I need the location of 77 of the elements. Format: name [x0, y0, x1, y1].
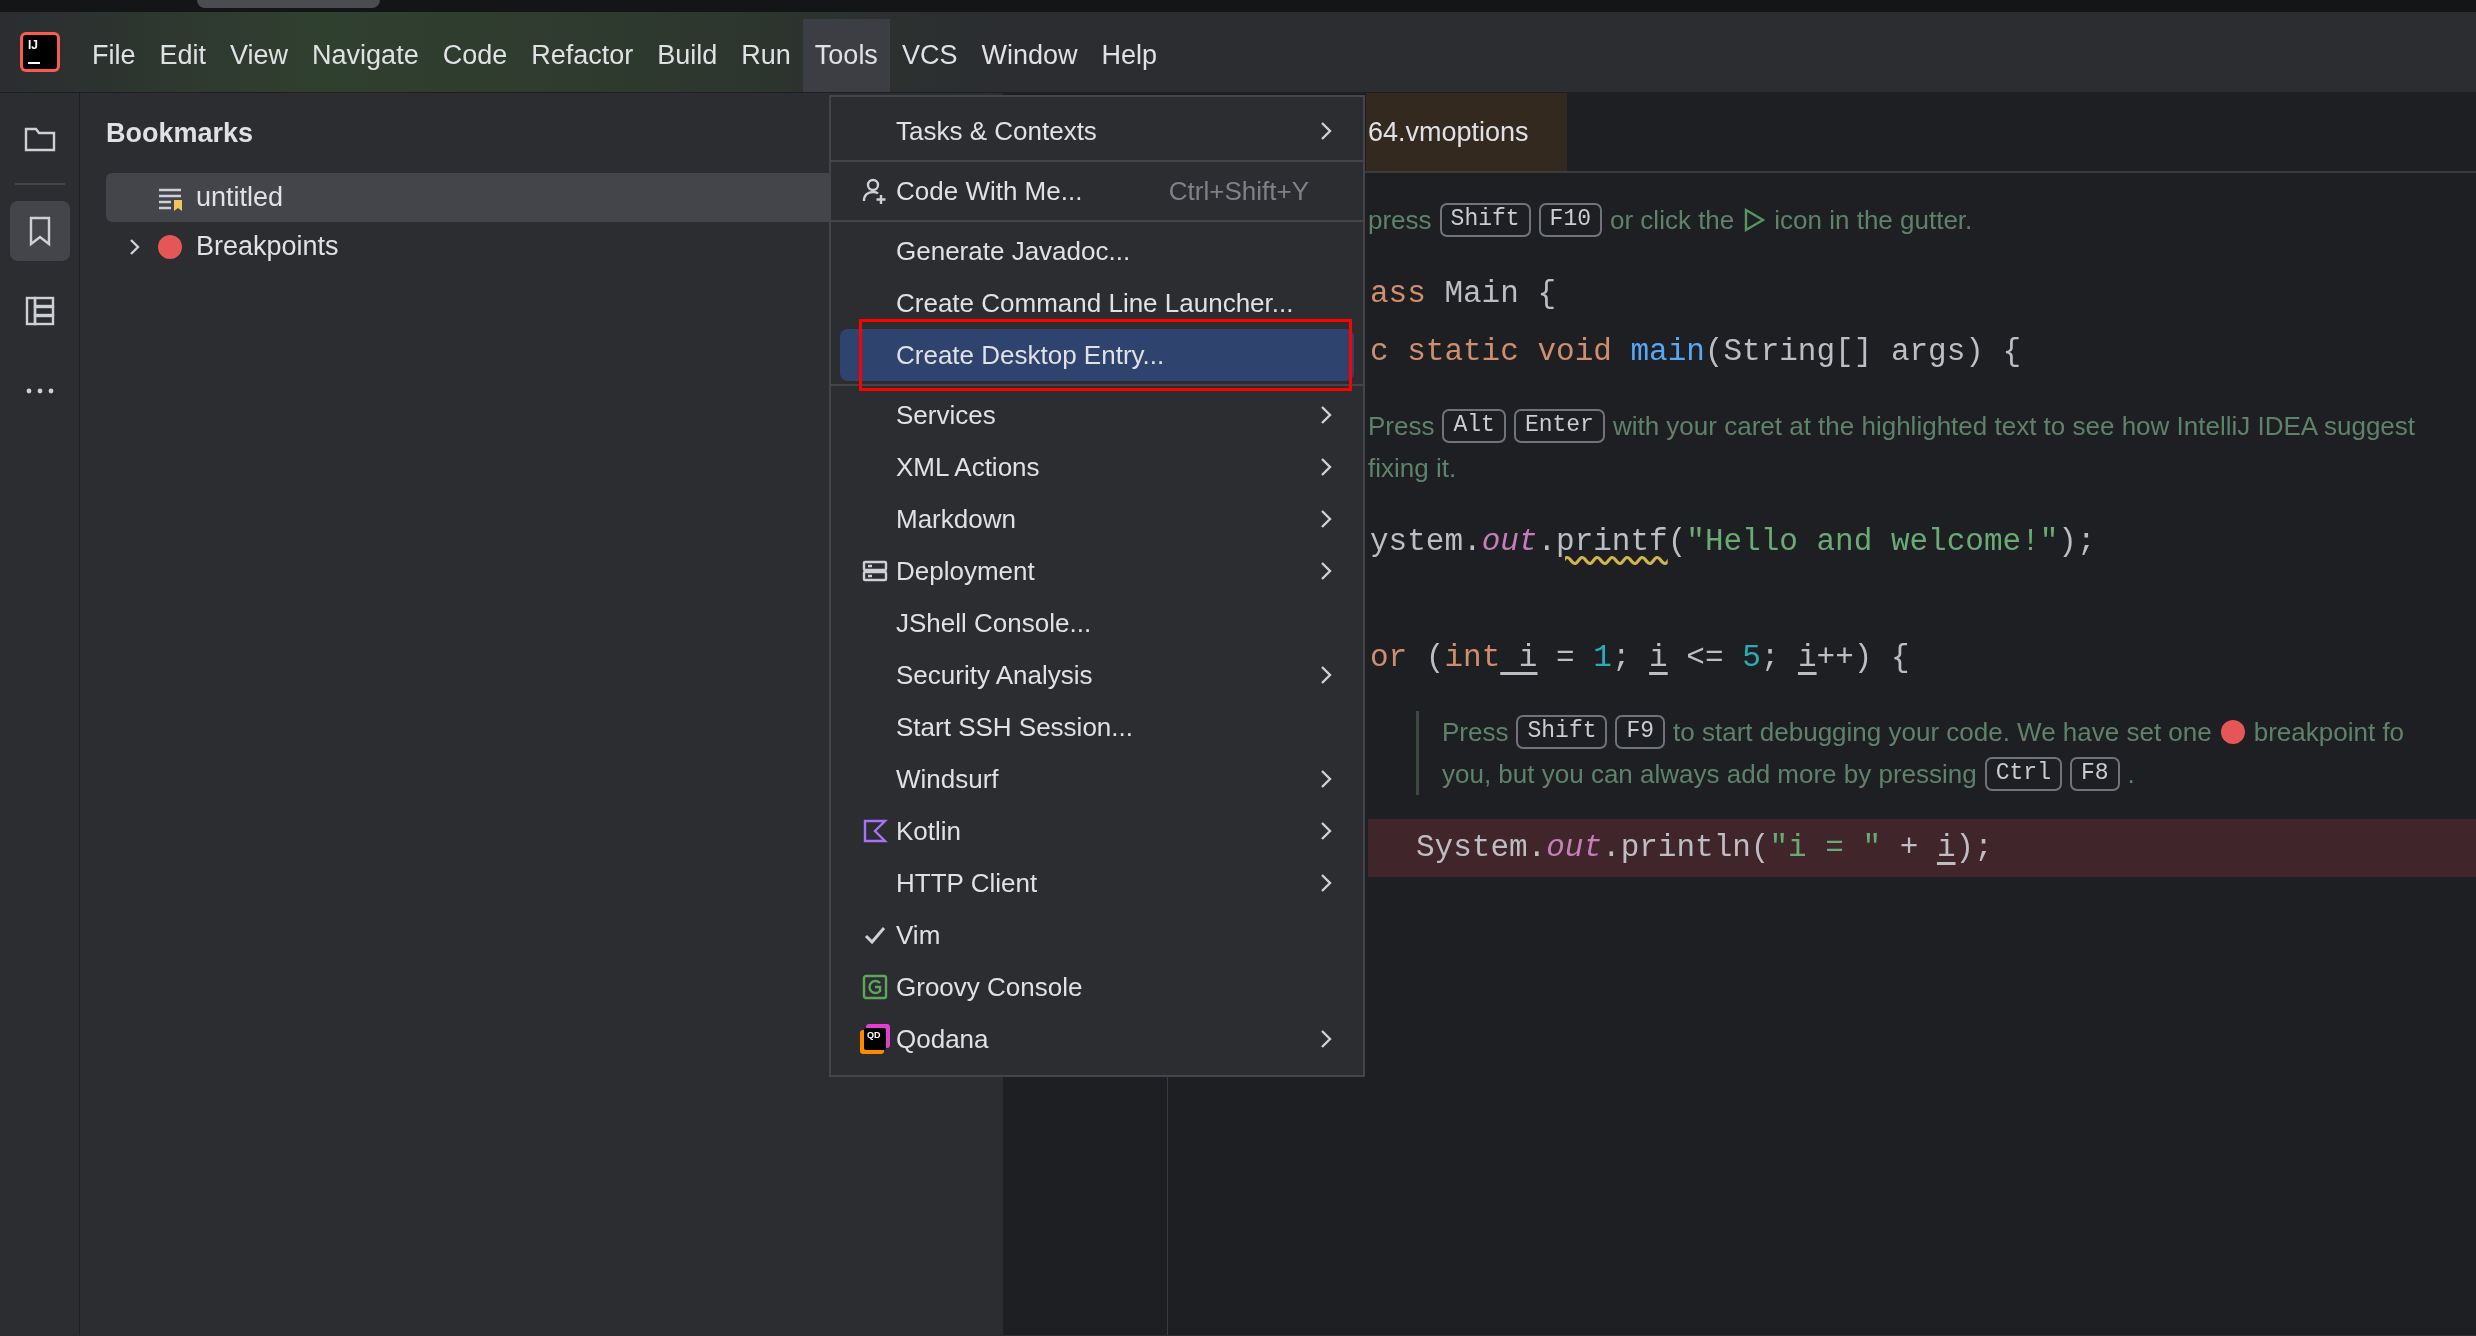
bookmark-tool-button[interactable]	[9, 201, 70, 261]
menu-item[interactable]: Groovy Console	[840, 961, 1354, 1013]
code-line: or (int i = 1; i <= 5; i++) {	[1369, 638, 1911, 677]
menu-item[interactable]: Create Desktop Entry...	[840, 329, 1354, 381]
submenu-chevron-icon	[1319, 508, 1333, 530]
hint-text: with your caret at the highlighted text to see how IntelliJ IDEA suggest	[1612, 409, 2416, 443]
hint-text: press	[1368, 203, 1432, 237]
menu-item[interactable]: Build	[645, 19, 730, 92]
submenu-chevron-icon	[1319, 664, 1333, 686]
menu-item[interactable]: VCS	[889, 19, 970, 92]
menu-item[interactable]: Run	[729, 19, 803, 92]
menu-item[interactable]: Refactor	[519, 19, 646, 92]
key-cap: F9	[1615, 715, 1666, 749]
hint-text: icon in the gutter.	[1774, 203, 1973, 237]
hint-text: breakpoint fo	[2253, 715, 2405, 749]
menu-item[interactable]: Create Command Line Launcher...	[840, 277, 1354, 329]
code-line: ass Main {	[1369, 274, 1558, 313]
kotlin-icon	[861, 817, 889, 845]
menu-item[interactable]: Services	[840, 389, 1354, 441]
key-cap: F10	[1538, 203, 1602, 237]
more-icon	[25, 388, 54, 394]
panel-title: Bookmarks	[106, 116, 254, 150]
tree-label: untitled	[196, 181, 284, 215]
key-cap: Ctrl	[1984, 757, 2062, 791]
menu-item[interactable]: HTTP Client	[840, 857, 1354, 909]
hint-text: you, but you can always add more by pressing	[1442, 757, 1977, 791]
code-line: c static void main(String[] args) {	[1369, 332, 2023, 371]
run-icon	[1742, 207, 1767, 233]
app-logo: IJ	[23, 35, 57, 69]
hint-text: to start debugging your code. We have set one	[1673, 715, 2212, 749]
submenu-chevron-icon	[1319, 872, 1333, 894]
menu-item[interactable]: Tools	[802, 19, 890, 92]
expand-chevron-icon	[128, 236, 142, 257]
submenu-chevron-icon	[1319, 768, 1333, 790]
submenu-chevron-icon	[1319, 820, 1333, 842]
editor-tab[interactable]: 64.vmoptions	[1366, 93, 1567, 171]
submenu-chevron-icon	[1319, 560, 1333, 582]
menu-item[interactable]: JShell Console...	[840, 597, 1354, 649]
groovy-icon	[861, 973, 889, 1001]
menu-item[interactable]: Code	[430, 19, 520, 92]
key-cap: F8	[2069, 757, 2120, 791]
menu-item[interactable]: Windsurf	[840, 753, 1354, 805]
menu-item[interactable]: View	[218, 19, 301, 92]
menu-item[interactable]: Markdown	[840, 493, 1354, 545]
breakpoint-icon	[156, 232, 184, 261]
hint-text: Press	[1368, 409, 1435, 443]
menu-item[interactable]: Deployment	[840, 545, 1354, 597]
menu-item[interactable]: File	[80, 19, 148, 92]
person-add-icon	[861, 177, 889, 205]
code-line: ystem.out.printf("Hello and welcome!");	[1369, 522, 2097, 561]
menu-item[interactable]: Help	[1089, 19, 1169, 92]
menu-item[interactable]: Tasks & Contexts	[840, 105, 1354, 157]
menu-item[interactable]: XML Actions	[840, 441, 1354, 493]
menu-item[interactable]: Vim	[840, 909, 1354, 961]
menu-item[interactable]: Start SSH Session...	[840, 701, 1354, 753]
hint-text: Press	[1442, 715, 1509, 749]
tree-label: Breakpoints	[196, 230, 339, 264]
submenu-chevron-icon	[1319, 404, 1333, 426]
key-cap: Shift	[1516, 715, 1608, 749]
key-cap: Alt	[1442, 409, 1506, 443]
submenu-chevron-icon	[1319, 456, 1333, 478]
menu-item[interactable]: Generate Javadoc...	[840, 225, 1354, 277]
menu-item[interactable]: Security Analysis	[840, 649, 1354, 701]
menu-item[interactable]: Kotlin	[840, 805, 1354, 857]
menu-item[interactable]: QD Qodana	[840, 1013, 1354, 1065]
window-drag-handle[interactable]	[197, 0, 380, 8]
breakpoint-icon	[2219, 719, 2246, 745]
hint-text: or click the	[1610, 203, 1735, 237]
key-cap: Enter	[1513, 409, 1605, 443]
menu-item[interactable]: Edit	[147, 19, 219, 92]
hint-text: .	[2127, 757, 2135, 791]
menu-item[interactable]: Navigate	[300, 19, 431, 92]
submenu-chevron-icon	[1319, 120, 1333, 142]
key-cap: Shift	[1439, 203, 1531, 237]
menu-item[interactable]: Window	[969, 19, 1090, 92]
hint-text: fixing it.	[1368, 451, 1457, 485]
submenu-chevron-icon	[1319, 1028, 1333, 1050]
